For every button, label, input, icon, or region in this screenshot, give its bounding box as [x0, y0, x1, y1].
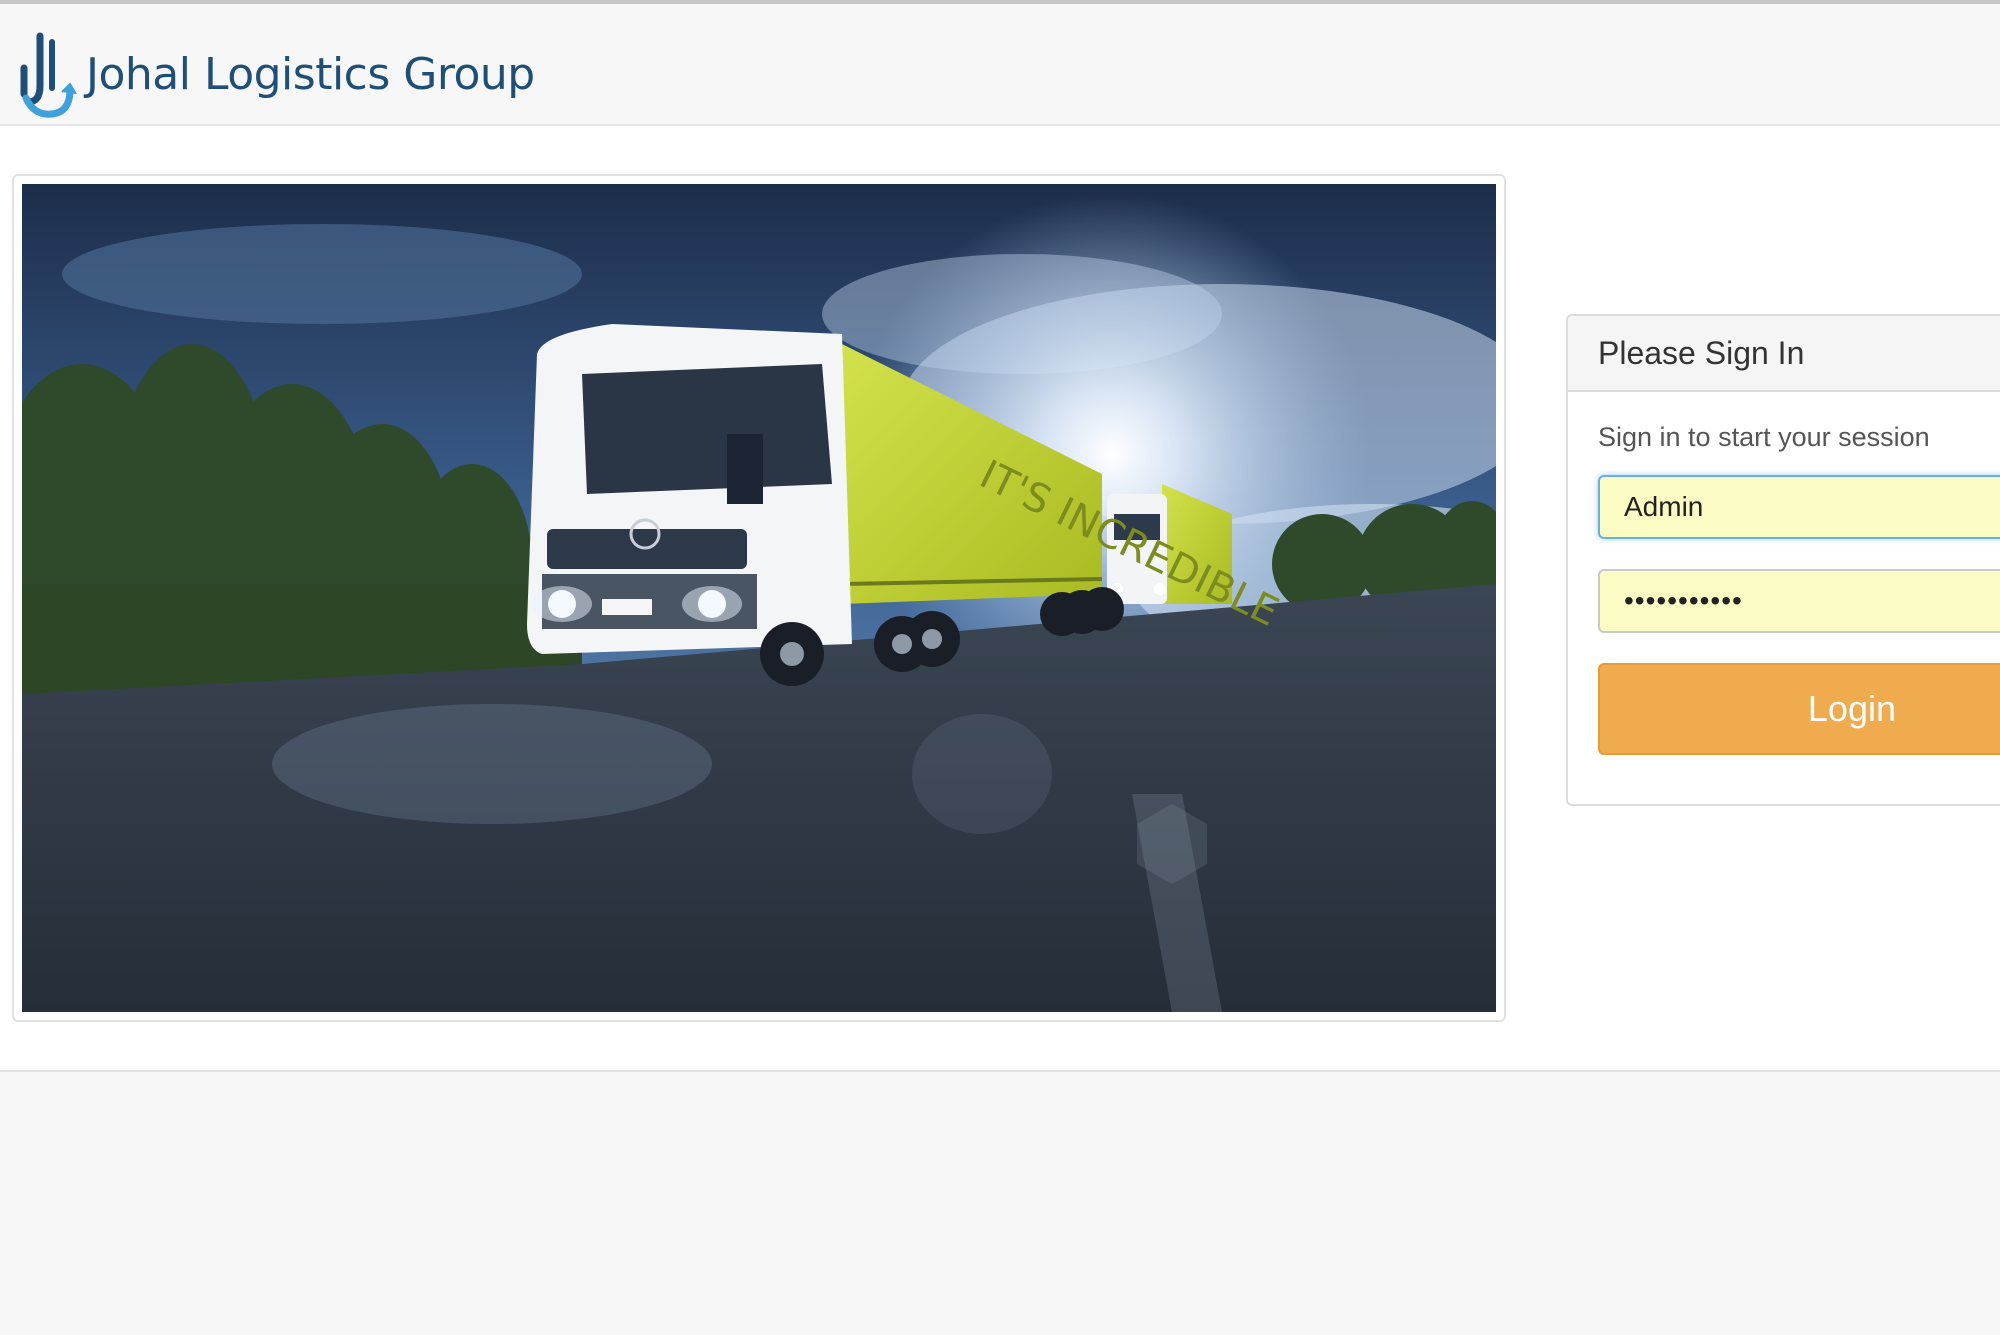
panel-heading: Please Sign In	[1568, 316, 2000, 392]
main-content: IT'S INCREDIBLE Please Sign In Sign in t…	[0, 126, 2000, 1070]
hero-image-frame: IT'S INCREDIBLE	[12, 174, 1506, 1022]
jlg-logo-icon	[20, 32, 77, 118]
brand-name: Johal Logistics Group	[86, 48, 535, 100]
signin-form: Sign in to start your session Login	[1568, 422, 2000, 755]
brand-link[interactable]: Johal Logistics Group	[12, 28, 535, 120]
username-input[interactable]	[1598, 475, 2000, 539]
signin-panel: Please Sign In Sign in to start your ses…	[1566, 314, 2000, 806]
navbar: Johal Logistics Group	[0, 4, 2000, 126]
hero-truck-image: IT'S INCREDIBLE	[22, 184, 1496, 1012]
footer	[0, 1070, 2000, 1335]
session-message: Sign in to start your session	[1598, 422, 1930, 452]
password-input[interactable]	[1598, 569, 2000, 633]
login-button[interactable]: Login	[1598, 663, 2000, 755]
